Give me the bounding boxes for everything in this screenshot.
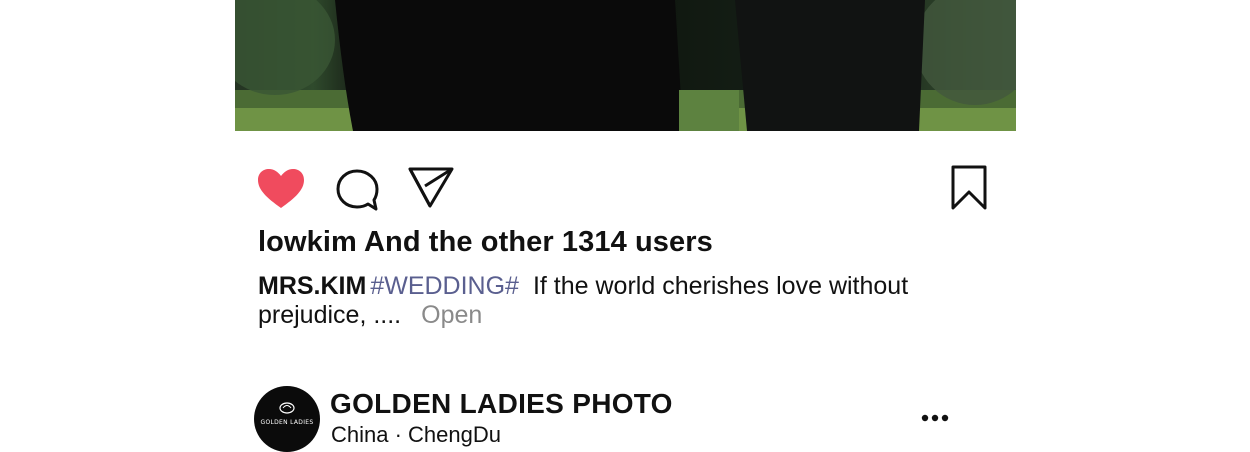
avatar-brand-text: GOLDEN LADIES bbox=[260, 419, 314, 426]
bookmark-icon[interactable] bbox=[950, 164, 988, 212]
caption-hashtag[interactable]: #WEDDING# bbox=[370, 272, 519, 300]
avatar[interactable]: GOLDEN LADIES bbox=[254, 386, 320, 452]
send-icon[interactable] bbox=[407, 166, 455, 210]
caption-username[interactable]: MRS.KIM bbox=[258, 272, 366, 300]
likes-summary[interactable]: lowkim And the other 1314 users bbox=[258, 226, 713, 259]
more-options-icon[interactable] bbox=[920, 412, 950, 424]
heart-icon[interactable] bbox=[257, 168, 305, 210]
caption-open-link[interactable]: Open bbox=[421, 301, 482, 329]
post-action-bar bbox=[255, 162, 995, 214]
photo-illustration bbox=[235, 0, 1016, 131]
account-name[interactable]: GOLDEN LADIES PHOTO bbox=[330, 388, 673, 420]
post-photo[interactable] bbox=[235, 0, 1016, 131]
post-caption: MRS.KIM #WEDDING# If the world cherishes l… bbox=[258, 272, 958, 330]
account-location[interactable]: China · ChengDu bbox=[331, 422, 501, 448]
comment-icon[interactable] bbox=[335, 168, 379, 212]
